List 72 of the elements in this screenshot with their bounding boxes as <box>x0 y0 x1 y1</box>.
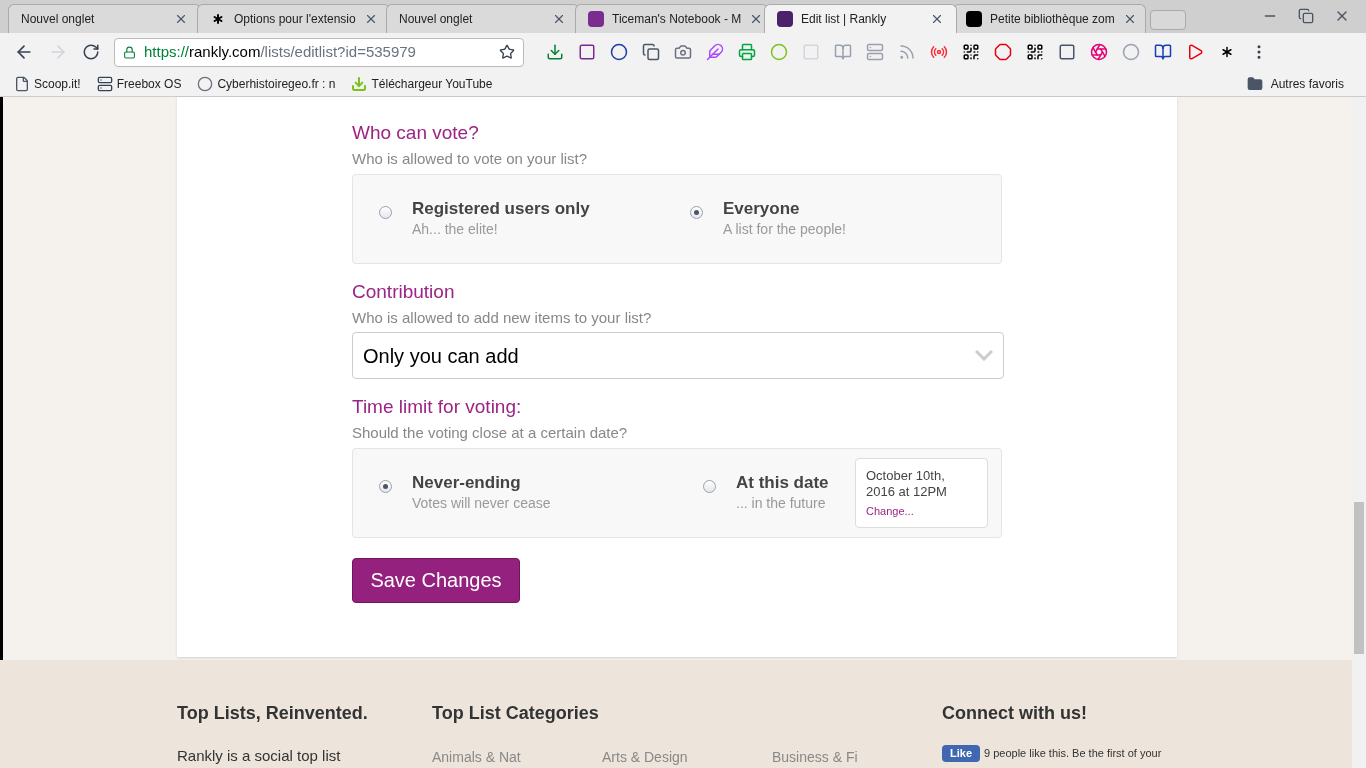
tab-title: Petite bibliothèque zom <box>990 11 1115 28</box>
section-heading: Time limit for voting: <box>352 395 523 419</box>
tab-title: Nouvel onglet <box>399 11 474 28</box>
bookmark-star-icon[interactable] <box>499 44 515 60</box>
folder-icon <box>1246 75 1263 92</box>
logo-icon <box>966 11 982 27</box>
option-label: Everyone <box>723 198 801 219</box>
play-icon[interactable] <box>1186 43 1204 61</box>
book-icon[interactable] <box>1154 43 1172 61</box>
browser-tab[interactable]: Edit list | Rankly <box>764 4 957 33</box>
option-label: Never-ending <box>412 472 522 493</box>
tab-title: Options pour l'extensio <box>234 11 356 28</box>
radio-button[interactable] <box>690 205 703 219</box>
radio-button[interactable] <box>379 479 392 493</box>
url-text: https://rankly.com/lists/editlist?id=535979 <box>144 41 417 62</box>
tab-title: Edit list | Rankly <box>801 11 888 28</box>
tab-title: Nouvel onglet <box>21 11 96 28</box>
section-heading: Contribution <box>352 279 456 304</box>
circle-icon[interactable] <box>610 43 628 61</box>
copy-icon[interactable] <box>642 43 660 61</box>
reload-icon[interactable] <box>82 43 100 61</box>
option-description: Ah... the elite! <box>412 219 499 239</box>
option-label: At this date <box>736 472 829 493</box>
bookmark-folder[interactable]: Autres favoris <box>1246 74 1352 93</box>
footer-text: Rankly is a social top list <box>177 746 342 766</box>
square-icon[interactable] <box>578 43 596 61</box>
footer-heading: Top List Categories <box>432 702 600 725</box>
bookmark-item[interactable]: Téléchargeur YouTube <box>351 74 493 93</box>
lock-icon <box>123 45 136 59</box>
qr-code-icon[interactable] <box>962 43 980 61</box>
option-label: Registered users only <box>412 198 590 219</box>
option-description: Votes will never cease <box>412 493 551 513</box>
date-text: October 10th, 2016 at 12PM <box>866 467 948 500</box>
radio-button[interactable] <box>379 205 392 219</box>
like-count-text: 9 people like this. Be the first of your <box>984 746 1162 761</box>
close-icon[interactable] <box>930 12 944 26</box>
close-icon[interactable] <box>552 12 566 26</box>
aperture-icon[interactable] <box>1090 43 1108 61</box>
option-description: A list for the people! <box>723 219 846 239</box>
octagon-icon[interactable] <box>994 43 1012 61</box>
qr-code-icon[interactable] <box>1026 43 1044 61</box>
printer-icon[interactable] <box>738 43 756 61</box>
save-changes-button[interactable]: Save Changes <box>352 557 520 603</box>
box-icon <box>96 75 113 92</box>
broadcast-icon[interactable] <box>930 43 948 61</box>
select-field[interactable]: Only you can add <box>352 332 1004 379</box>
logo-icon <box>777 11 793 27</box>
change-link[interactable]: Change... <box>866 502 977 519</box>
download-icon <box>351 75 368 92</box>
square-icon[interactable] <box>1058 43 1076 61</box>
page-icon <box>14 75 30 92</box>
option-description: ... in the future <box>736 493 827 513</box>
bookmark-item[interactable]: Freebox OS <box>96 74 182 93</box>
scrollbar[interactable] <box>1352 97 1366 768</box>
section-hint: Should the voting close at a certain date? <box>352 423 629 443</box>
section-hint: Who is allowed to add new items to your list? <box>352 307 653 328</box>
address-bar[interactable]: https://rankly.com/lists/editlist?id=535979 <box>114 37 524 67</box>
download-icon[interactable] <box>546 43 564 61</box>
section-heading: Who can vote? <box>352 121 480 145</box>
chevron-down-icon <box>975 350 993 361</box>
footer-heading: Connect with us! <box>942 702 1088 725</box>
radio-button[interactable] <box>703 479 716 493</box>
bookmark-item[interactable]: Scoop.it! <box>14 74 81 93</box>
feather-icon[interactable] <box>706 43 724 61</box>
bookmark-item[interactable]: Cyberhistoiregeo.fr : n <box>197 74 336 93</box>
like-button[interactable]: Like <box>942 745 980 762</box>
restore-icon[interactable] <box>1298 8 1314 24</box>
footer-heading: Top Lists, Reinvented. <box>177 702 369 725</box>
camera-icon[interactable] <box>674 43 692 61</box>
section-hint: Who is allowed to vote on your list? <box>352 149 589 169</box>
tab-title: Ticeman's Notebook - M <box>612 11 742 28</box>
close-icon[interactable] <box>174 12 188 26</box>
